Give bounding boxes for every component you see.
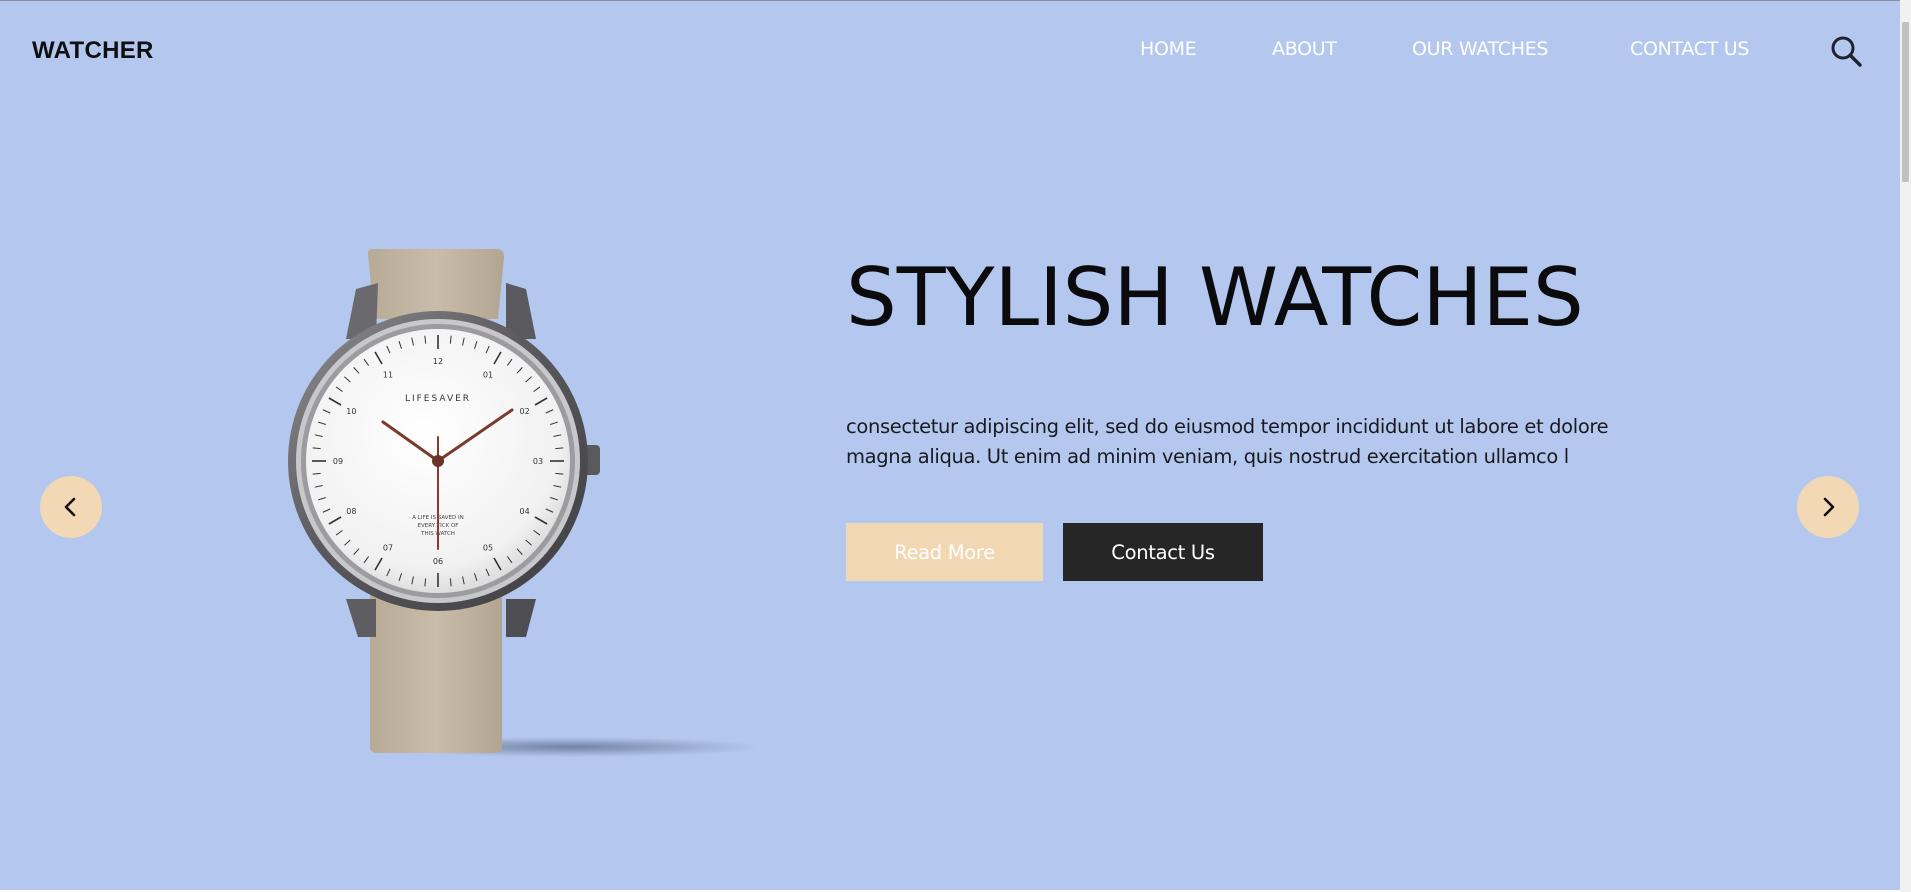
dial-numeral: 12	[433, 357, 443, 366]
hero-section: WATCHER HOME ABOUT OUR WATCHES CONTACT U…	[0, 0, 1900, 890]
page-scrollbar[interactable]	[1900, 0, 1911, 892]
dial-numeral: 10	[346, 407, 356, 416]
nav-item-about[interactable]: ABOUT	[1272, 38, 1337, 60]
read-more-button[interactable]: Read More	[846, 523, 1043, 581]
scrollbar-thumb[interactable]	[1902, 22, 1909, 182]
dial-numeral: 09	[333, 457, 343, 466]
dial-numeral: 05	[483, 544, 493, 553]
hero-description: consectetur adipiscing elit, sed do eius…	[846, 415, 1609, 468]
dial-numeral: 01	[483, 370, 493, 379]
watch-brand-text: LIFESAVER	[405, 394, 471, 404]
dial-numeral: 08	[346, 507, 356, 516]
search-button[interactable]	[1828, 33, 1864, 69]
watch-product-image: 120102030405060708091011 LIFESAVER A LIF…	[288, 249, 760, 757]
dial-numeral: 06	[433, 557, 443, 566]
chevron-left-icon	[64, 497, 76, 517]
dial-numeral: 02	[520, 407, 530, 416]
carousel-prev-button[interactable]	[40, 476, 102, 538]
nav-item-our-watches[interactable]: OUR WATCHES	[1412, 38, 1548, 60]
dial-numeral: 03	[533, 457, 543, 466]
hero-title: STYLISH WATCHES	[846, 251, 1584, 344]
carousel-next-button[interactable]	[1797, 476, 1859, 538]
contact-us-button[interactable]: Contact Us	[1063, 523, 1263, 581]
dial-numeral: 11	[383, 370, 393, 379]
nav-item-home[interactable]: HOME	[1140, 38, 1197, 60]
watch-strap-top	[368, 249, 504, 319]
dial-numeral: 07	[383, 544, 393, 553]
search-icon	[1831, 36, 1862, 67]
brand-logo[interactable]: WATCHER	[32, 37, 154, 65]
nav-item-contact-us[interactable]: CONTACT US	[1630, 38, 1749, 60]
dial-numeral: 04	[520, 507, 530, 516]
chevron-right-icon	[1823, 497, 1835, 517]
